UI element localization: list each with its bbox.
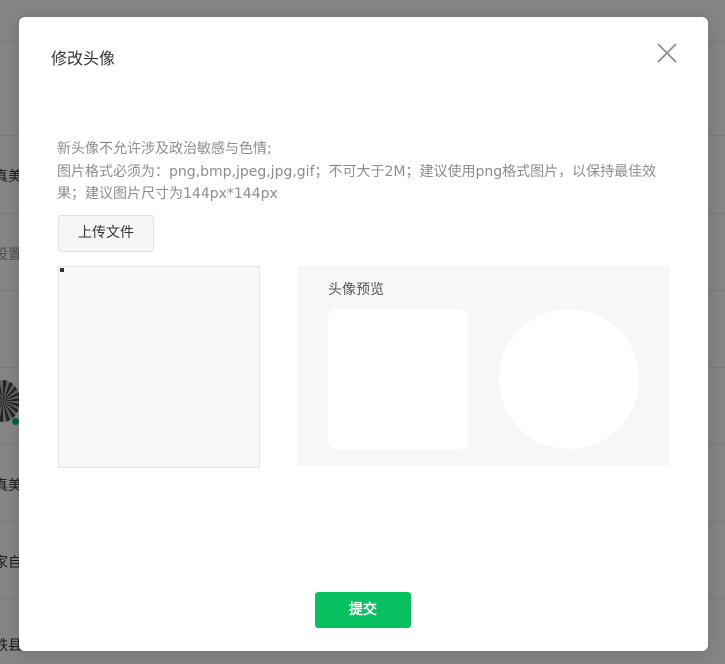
submit-button[interactable]: 提交 [315, 592, 411, 628]
crop-area[interactable] [58, 266, 260, 468]
square-avatar-preview [328, 309, 468, 449]
round-avatar-preview [499, 309, 639, 449]
upload-requirements: 新头像不允许涉及政治敏感与色情; 图片格式必须为：png,bmp,jpeg,jp… [57, 138, 667, 206]
preview-title: 头像预览 [328, 282, 384, 298]
close-button[interactable] [655, 41, 679, 65]
dialog-title: 修改头像 [51, 49, 116, 68]
avatar-preview-panel: 头像预览 [298, 266, 669, 466]
crop-handle[interactable] [60, 268, 64, 272]
requirement-line: 新头像不允许涉及政治敏感与色情; [57, 141, 272, 157]
upload-file-button[interactable]: 上传文件 [58, 215, 154, 252]
close-icon [657, 43, 677, 63]
requirement-line: 图片格式必须为：png,bmp,jpeg,jpg,gif；不可大于2M；建议使用… [57, 163, 657, 203]
edit-avatar-dialog: 修改头像 新头像不允许涉及政治敏感与色情; 图片格式必须为：png,bmp,jp… [19, 17, 708, 651]
